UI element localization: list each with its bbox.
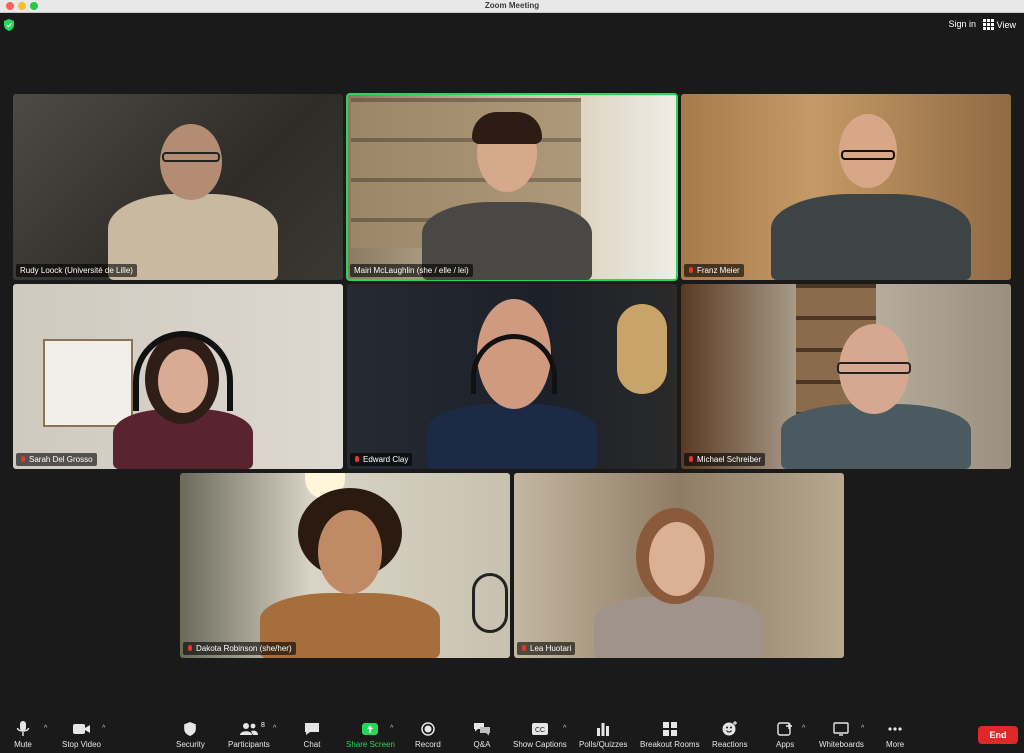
participant-nameplate: Lea Huotari [517, 642, 576, 655]
apps-icon [777, 722, 793, 736]
participant-video [108, 124, 278, 280]
participant-nameplate: Dakota Robinson (she/her) [183, 642, 296, 655]
more-dots-icon [888, 727, 902, 731]
participant-nameplate: Mairi McLaughlin (she / elle / lei) [350, 264, 473, 277]
video-tile[interactable]: Franz Meier [681, 94, 1011, 280]
meeting-topbar: Sign in View [0, 13, 1024, 37]
participant-video [781, 324, 971, 469]
qa-bubbles-icon [474, 723, 490, 736]
mic-muted-icon [354, 455, 360, 464]
bicycle [472, 573, 508, 633]
video-tile[interactable]: Edward Clay [347, 284, 677, 469]
mic-muted-icon [187, 644, 193, 653]
microphone-icon [16, 721, 30, 736]
video-tile[interactable]: Rudy Loock (Université de Lille) [13, 94, 343, 280]
participant-video [260, 488, 440, 658]
whiteboards-button[interactable]: Whiteboards [819, 720, 864, 749]
breakout-rooms-icon [662, 722, 677, 736]
participants-count-badge: 8 [261, 722, 265, 729]
security-button[interactable]: Security [176, 720, 205, 749]
video-options-chevron-icon[interactable]: ^ [102, 725, 105, 732]
whiteboards-options-chevron-icon[interactable]: ^ [861, 725, 864, 732]
record-button[interactable]: Record [415, 720, 441, 749]
participant-video [103, 329, 263, 469]
participants-options-chevron-icon[interactable]: ^ [273, 725, 276, 732]
sign-in-link[interactable]: Sign in [948, 19, 976, 29]
apps-button[interactable]: Apps [776, 720, 794, 749]
polls-quizzes-button[interactable]: Polls/Quizzes [579, 720, 627, 749]
svg-text:CC: CC [535, 727, 545, 734]
participant-nameplate: Rudy Loock (Université de Lille) [16, 264, 137, 277]
video-tile[interactable]: Sarah Del Grosso [13, 284, 343, 469]
end-meeting-button[interactable]: End [978, 726, 1018, 744]
participant-nameplate: Edward Clay [350, 453, 413, 466]
participant-video [594, 508, 764, 658]
participant-video [422, 112, 592, 280]
whiteboard-icon [833, 722, 850, 736]
captions-options-chevron-icon[interactable]: ^ [563, 725, 566, 732]
participants-icon [239, 723, 258, 735]
mic-muted-icon [521, 644, 527, 653]
video-camera-icon [72, 724, 90, 734]
participant-video [427, 294, 597, 469]
mic-muted-icon [688, 455, 694, 464]
mic-muted-icon [688, 266, 694, 275]
window-titlebar: Zoom Meeting [0, 0, 1024, 13]
bar-chart-icon [597, 723, 610, 736]
video-tile[interactable]: Lea Huotari [514, 473, 844, 658]
breakout-rooms-button[interactable]: Breakout Rooms [640, 720, 700, 749]
video-tile-active-speaker[interactable]: Mairi McLaughlin (she / elle / lei) [346, 93, 678, 281]
participant-video [771, 114, 971, 280]
grid-view-icon [982, 19, 994, 30]
view-label: View [996, 19, 1016, 30]
chat-button[interactable]: Chat [303, 720, 321, 749]
participant-nameplate: Michael Schreiber [684, 453, 766, 466]
meeting-controls-toolbar: Mute ^ Stop Video ^ Security Participant… [0, 718, 1024, 753]
stop-video-button[interactable]: Stop Video [62, 720, 101, 749]
smiley-face-icon [722, 721, 737, 736]
share-options-chevron-icon[interactable]: ^ [390, 725, 393, 732]
security-shield-icon [184, 722, 197, 736]
qa-button[interactable]: Q&A [473, 720, 491, 749]
video-tile[interactable]: Dakota Robinson (she/her) [180, 473, 510, 658]
show-captions-button[interactable]: CC Show Captions [513, 720, 567, 749]
reactions-button[interactable]: Reactions [712, 720, 748, 749]
participant-nameplate: Sarah Del Grosso [16, 453, 97, 466]
audio-options-chevron-icon[interactable]: ^ [44, 725, 47, 732]
participant-nameplate: Franz Meier [684, 264, 744, 277]
record-icon [421, 722, 435, 736]
closed-captions-icon: CC [531, 723, 548, 735]
view-button[interactable]: View [982, 19, 1016, 30]
window-title: Zoom Meeting [484, 1, 540, 10]
video-tile[interactable]: Michael Schreiber [681, 284, 1011, 469]
share-screen-button[interactable]: Share Screen [346, 720, 395, 749]
mic-muted-icon [20, 455, 26, 464]
more-button[interactable]: More [886, 720, 904, 749]
apps-options-chevron-icon[interactable]: ^ [802, 725, 805, 732]
chat-bubble-icon [305, 723, 319, 735]
shield-icon[interactable] [4, 19, 14, 31]
share-screen-icon [362, 723, 379, 735]
guitar [617, 304, 667, 394]
mute-button[interactable]: Mute [14, 720, 32, 749]
